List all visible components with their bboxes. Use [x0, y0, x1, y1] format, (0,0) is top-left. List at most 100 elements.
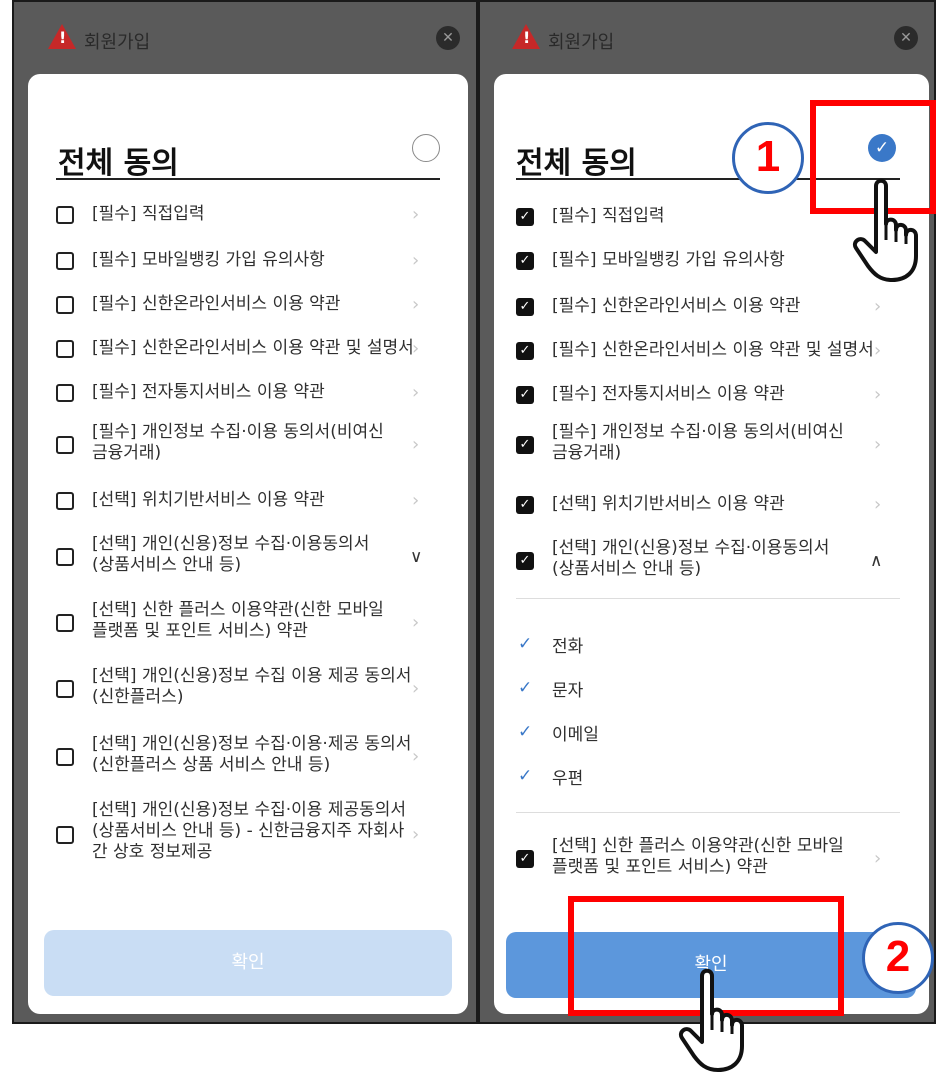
term-label: (상품서비스 안내 등) - 신한금융지주 자회사 — [92, 821, 405, 841]
dialog-titlebar: ! 회원가입 ✕ — [480, 2, 934, 74]
contact-option-label[interactable]: 우편 — [552, 764, 583, 789]
term-label: [선택] 개인(신용)정보 수집 이용 제공 동의서 — [92, 666, 412, 686]
divider — [56, 178, 440, 180]
contact-option-label[interactable]: 문자 — [552, 676, 583, 701]
pointing-hand-icon — [853, 178, 918, 282]
term-checkbox-checked[interactable]: ✓ — [516, 208, 534, 226]
term-label: 플랫폼 및 포인트 서비스) 약관 — [552, 857, 768, 877]
chevron-up-icon[interactable]: ∧ — [870, 552, 882, 570]
chevron-down-icon[interactable]: ∨ — [410, 548, 422, 566]
chevron-right-icon[interactable]: › — [874, 298, 881, 316]
chevron-right-icon[interactable]: › — [412, 614, 419, 632]
step-marker-2: 2 — [862, 922, 934, 994]
chevron-right-icon[interactable]: › — [412, 206, 419, 224]
term-label: [필수] 전자통지서비스 이용 약관 — [552, 384, 785, 404]
warning-icon: ! — [512, 24, 540, 49]
warning-icon: ! — [48, 24, 76, 49]
term-label: [필수] 신한온라인서비스 이용 약관 및 설명서 — [92, 338, 414, 358]
term-label: [선택] 신한 플러스 이용약관(신한 모바일 — [552, 836, 844, 856]
dialog-title: 회원가입 — [84, 32, 151, 53]
all-agree-title: 전체 동의 — [58, 146, 179, 181]
term-checkbox[interactable] — [56, 614, 74, 632]
term-checkbox[interactable] — [56, 826, 74, 844]
term-checkbox[interactable] — [56, 492, 74, 510]
divider — [516, 812, 900, 813]
term-checkbox[interactable] — [56, 252, 74, 270]
term-label: [선택] 개인(신용)정보 수집·이용 제공동의서 — [92, 800, 407, 820]
term-label: [선택] 위치기반서비스 이용 약관 — [552, 494, 785, 514]
confirm-button[interactable]: 확인 — [44, 930, 452, 996]
check-icon: ✓ — [518, 634, 533, 654]
term-label: [필수] 신한온라인서비스 이용 약관 — [552, 296, 801, 316]
check-icon: ✓ — [518, 678, 533, 698]
all-agree-toggle[interactable] — [412, 134, 440, 162]
chevron-right-icon[interactable]: › — [412, 384, 419, 402]
chevron-right-icon[interactable]: › — [412, 748, 419, 766]
term-checkbox-checked[interactable]: ✓ — [516, 436, 534, 454]
all-agree-title: 전체 동의 — [516, 146, 637, 181]
term-label: [필수] 신한온라인서비스 이용 약관 및 설명서 — [552, 340, 874, 360]
term-checkbox-checked[interactable]: ✓ — [516, 342, 534, 360]
term-checkbox[interactable] — [56, 436, 74, 454]
term-label: [선택] 개인(신용)정보 수집·이용동의서 — [92, 534, 370, 554]
terms-card: 전체 동의 [필수] 직접입력 › [필수] 모바일뱅킹 가입 유의사항 › [… — [28, 74, 468, 1014]
term-checkbox[interactable] — [56, 296, 74, 314]
term-checkbox[interactable] — [56, 680, 74, 698]
term-label: [필수] 모바일뱅킹 가입 유의사항 — [552, 250, 785, 270]
chevron-right-icon[interactable]: › — [874, 496, 881, 514]
dialog-titlebar: ! 회원가입 ✕ — [14, 2, 476, 74]
chevron-right-icon[interactable]: › — [874, 342, 881, 360]
term-checkbox-checked[interactable]: ✓ — [516, 552, 534, 570]
chevron-right-icon[interactable]: › — [412, 680, 419, 698]
step-marker-1: 1 — [732, 122, 804, 194]
term-label: [필수] 직접입력 — [552, 206, 665, 226]
term-checkbox[interactable] — [56, 384, 74, 402]
term-label: [필수] 직접입력 — [92, 204, 205, 224]
term-checkbox-checked[interactable]: ✓ — [516, 298, 534, 316]
term-label: (상품서비스 안내 등) — [92, 555, 242, 575]
chevron-right-icon[interactable]: › — [412, 826, 419, 844]
chevron-right-icon[interactable]: › — [412, 296, 419, 314]
chevron-right-icon[interactable]: › — [874, 850, 881, 868]
term-label: [필수] 개인정보 수집·이용 동의서(비여신 — [552, 422, 844, 442]
term-label: [선택] 개인(신용)정보 수집·이용·제공 동의서 — [92, 734, 412, 754]
term-label: [필수] 신한온라인서비스 이용 약관 — [92, 294, 341, 314]
term-label: [필수] 개인정보 수집·이용 동의서(비여신 — [92, 422, 384, 442]
chevron-right-icon[interactable]: › — [412, 436, 419, 454]
pointing-hand-icon — [679, 968, 744, 1072]
chevron-right-icon[interactable]: › — [412, 252, 419, 270]
divider — [516, 598, 900, 599]
dialog-title: 회원가입 — [548, 32, 615, 53]
term-checkbox-checked[interactable]: ✓ — [516, 496, 534, 514]
chevron-right-icon[interactable]: › — [412, 340, 419, 358]
term-checkbox[interactable] — [56, 548, 74, 566]
term-checkbox-checked[interactable]: ✓ — [516, 386, 534, 404]
term-checkbox-checked[interactable]: ✓ — [516, 850, 534, 868]
term-label: (신한플러스 상품 서비스 안내 등) — [92, 755, 331, 775]
chevron-right-icon[interactable]: › — [412, 492, 419, 510]
term-label: (신한플러스) — [92, 687, 184, 707]
contact-option-label[interactable]: 이메일 — [552, 720, 599, 745]
term-label: [선택] 개인(신용)정보 수집·이용동의서 — [552, 538, 830, 558]
contact-option-label[interactable]: 전화 — [552, 632, 583, 657]
term-label: 금융거래) — [552, 443, 622, 463]
term-checkbox[interactable] — [56, 340, 74, 358]
term-label: [선택] 위치기반서비스 이용 약관 — [92, 490, 325, 510]
term-checkbox[interactable] — [56, 206, 74, 224]
term-label: (상품서비스 안내 등) — [552, 559, 702, 579]
term-label: 간 상호 정보제공 — [92, 842, 213, 862]
term-checkbox-checked[interactable]: ✓ — [516, 252, 534, 270]
chevron-right-icon[interactable]: › — [874, 436, 881, 454]
term-label: [선택] 신한 플러스 이용약관(신한 모바일 — [92, 600, 384, 620]
close-icon[interactable]: ✕ — [436, 26, 460, 50]
check-icon: ✓ — [518, 722, 533, 742]
term-label: [필수] 모바일뱅킹 가입 유의사항 — [92, 250, 325, 270]
term-label: 플랫폼 및 포인트 서비스) 약관 — [92, 621, 308, 641]
term-checkbox[interactable] — [56, 748, 74, 766]
signup-dialog-before: ! 회원가입 ✕ 전체 동의 [필수] 직접입력 › [필수] 모바일뱅킹 가입… — [12, 0, 478, 1024]
chevron-right-icon[interactable]: › — [874, 386, 881, 404]
term-label: 금융거래) — [92, 443, 162, 463]
tutorial-screenshot: ! 회원가입 ✕ 전체 동의 [필수] 직접입력 › [필수] 모바일뱅킹 가입… — [0, 0, 936, 1082]
close-icon[interactable]: ✕ — [894, 26, 918, 50]
term-label: [필수] 전자통지서비스 이용 약관 — [92, 382, 325, 402]
